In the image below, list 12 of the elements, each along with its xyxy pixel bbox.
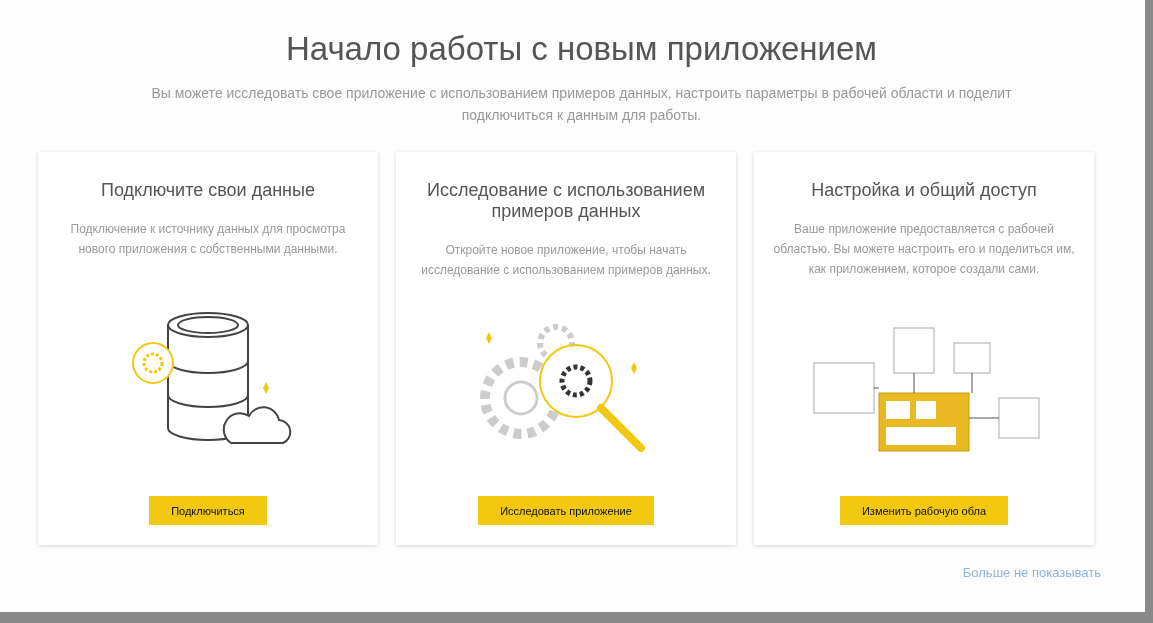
dialog-subtitle: Вы можете исследовать свое приложение с использованием примеров данных, настроить параметры в рабочей области и поделит	[150, 84, 1013, 103]
card-description: Подключение к источнику данных для просмотра нового приложения с собственными данными.	[69, 221, 347, 258]
card-title: Исследование с использованием примеров данных	[425, 180, 707, 222]
card-title: Подключите свои данные	[101, 180, 315, 201]
action-button[interactable]: Исследовать приложение	[478, 496, 654, 525]
action-button[interactable]: Подключиться	[149, 496, 267, 525]
card-description: Ваше приложение предоставляется с рабочей областью. Вы можете настроить его и поделиться им, как приложением, которое создали сами.	[772, 221, 1076, 278]
dialog-subtitle: подключиться к данным для работы.	[460, 106, 703, 125]
card-description: Откройте новое приложение, чтобы начать исследование с использованием примеров данных.	[420, 242, 712, 279]
action-button[interactable]: Изменить рабочую обла	[839, 496, 1009, 525]
dialog-title: Начало работы с новым приложением	[284, 30, 879, 68]
card-title: Настройка и общий доступ	[811, 180, 1037, 201]
